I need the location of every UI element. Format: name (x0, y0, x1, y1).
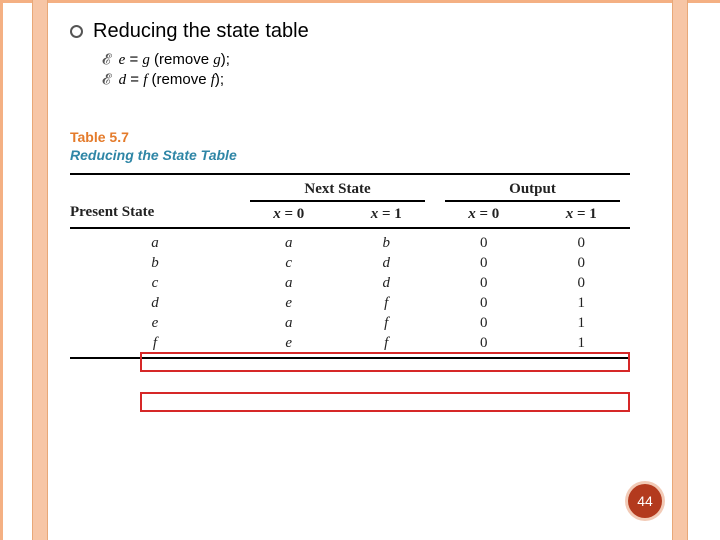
var: e (119, 52, 126, 68)
rule (250, 200, 425, 202)
output-x0-cell: 0 (435, 335, 533, 352)
rule (445, 200, 620, 202)
next-state-x0-cell: c (240, 255, 338, 272)
highlight-box (140, 352, 630, 372)
output-x0-cell: 0 (435, 275, 533, 292)
table-row: bcd00 (70, 253, 630, 273)
header-row-2: Present State x = 0 x = 1 x = 0 x = 1 (70, 204, 630, 227)
var: f (143, 72, 147, 88)
top-edge (0, 0, 720, 3)
var: f (211, 72, 215, 88)
table-body: aab00bcd00cad00def01eaf01fef01 (70, 233, 630, 353)
next-state-header: Next State (240, 175, 435, 200)
swirl-icon: 𝓔 (102, 71, 111, 89)
left-stripe (32, 0, 48, 540)
next-state-x1-cell: d (338, 255, 436, 272)
next-state-x0-cell: a (240, 235, 338, 252)
output-x1-cell: 0 (533, 275, 631, 292)
table-row: aab00 (70, 233, 630, 253)
output-x1-cell: 1 (533, 335, 631, 352)
next-state-x0-cell: a (240, 315, 338, 332)
x1-header: x = 1 (338, 204, 436, 227)
present-state-cell: f (70, 335, 240, 352)
table-caption: Reducing the State Table (70, 147, 650, 163)
sub-bullet-text: e = g (remove g); (119, 51, 230, 69)
table-row: cad00 (70, 273, 630, 293)
sub-bullet: 𝓔 d = f (remove f); (102, 71, 650, 89)
output-x0-cell: 0 (435, 295, 533, 312)
table-row: eaf01 (70, 313, 630, 333)
slide-title: Reducing the state table (93, 20, 309, 43)
table-row: def01 (70, 293, 630, 313)
present-state-cell: e (70, 315, 240, 332)
next-state-x1-cell: f (338, 295, 436, 312)
sub-bullet-list: 𝓔 e = g (remove g); 𝓔 d = f (remove f); (102, 51, 650, 89)
swirl-icon: 𝓔 (102, 51, 111, 69)
present-state-cell: d (70, 295, 240, 312)
highlight-box (140, 392, 630, 412)
sub-bullet: 𝓔 e = g (remove g); (102, 51, 650, 69)
var: d (119, 72, 127, 88)
left-edge (0, 0, 3, 540)
x1-header: x = 1 (533, 204, 631, 227)
table-figure: Table 5.7 Reducing the State Table Next … (70, 129, 650, 359)
rule (70, 357, 630, 359)
next-state-x0-cell: e (240, 295, 338, 312)
state-table: Next State Output Present State x = 0 x … (70, 173, 630, 359)
table-row: fef01 (70, 333, 630, 353)
present-state-cell: a (70, 235, 240, 252)
header-row-1: Next State Output (70, 175, 630, 204)
page-number-badge: 44 (628, 484, 662, 518)
output-x1-cell: 1 (533, 315, 631, 332)
next-state-x1-cell: b (338, 235, 436, 252)
slide-content: Reducing the state table 𝓔 e = g (remove… (70, 20, 650, 359)
rule (70, 227, 630, 229)
output-x0-cell: 0 (435, 255, 533, 272)
table-label: Table 5.7 (70, 129, 650, 145)
output-x1-cell: 1 (533, 295, 631, 312)
right-stripe (672, 0, 688, 540)
x0-header: x = 0 (240, 204, 338, 227)
title-row: Reducing the state table (70, 20, 650, 43)
hollow-bullet-icon (70, 25, 83, 38)
next-state-x0-cell: e (240, 335, 338, 352)
next-state-x1-cell: d (338, 275, 436, 292)
var: g (142, 52, 150, 68)
output-header: Output (435, 175, 630, 200)
next-state-x1-cell: f (338, 315, 436, 332)
next-state-x1-cell: f (338, 335, 436, 352)
output-x1-cell: 0 (533, 235, 631, 252)
sub-bullet-text: d = f (remove f); (119, 71, 224, 89)
output-x0-cell: 0 (435, 315, 533, 332)
output-x0-cell: 0 (435, 235, 533, 252)
page-number: 44 (637, 493, 653, 509)
x0-header: x = 0 (435, 204, 533, 227)
var: g (213, 52, 221, 68)
next-state-x0-cell: a (240, 275, 338, 292)
present-state-cell: c (70, 275, 240, 292)
output-x1-cell: 0 (533, 255, 631, 272)
present-state-header: Present State (70, 204, 240, 227)
present-state-cell: b (70, 255, 240, 272)
